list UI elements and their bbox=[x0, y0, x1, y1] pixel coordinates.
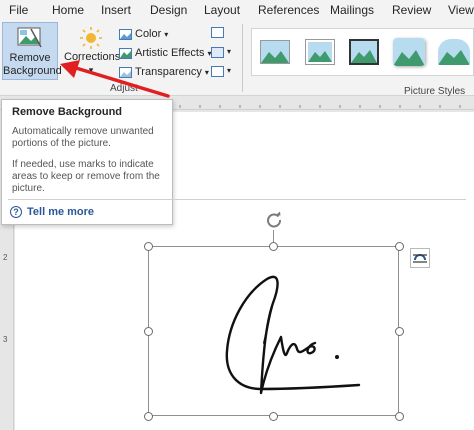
picture-style-thumbnail[interactable] bbox=[349, 39, 379, 65]
resize-handle[interactable] bbox=[269, 242, 278, 251]
color-label: Color bbox=[135, 28, 162, 40]
annotation-arrow bbox=[60, 60, 170, 98]
chevron-down-icon: ▾ bbox=[227, 66, 232, 75]
signature-picture[interactable] bbox=[144, 242, 404, 421]
tab-file[interactable]: File bbox=[9, 3, 28, 17]
resize-handle[interactable] bbox=[269, 412, 278, 421]
tab-home[interactable]: Home bbox=[52, 3, 84, 17]
picture-style-preview-icon bbox=[308, 42, 332, 62]
tooltip-description: Automatically remove unwanted portions o… bbox=[12, 126, 154, 149]
resize-handle[interactable] bbox=[395, 412, 404, 421]
layout-options-button[interactable] bbox=[410, 248, 430, 268]
change-picture-icon[interactable] bbox=[211, 47, 224, 58]
rotate-handle-connector bbox=[273, 230, 274, 242]
tab-view[interactable]: View bbox=[448, 3, 474, 17]
remove-background-label-line2: Background bbox=[3, 65, 62, 77]
tab-references[interactable]: References bbox=[258, 3, 319, 17]
tab-insert[interactable]: Insert bbox=[101, 3, 131, 17]
resize-handle[interactable] bbox=[144, 412, 153, 421]
help-icon: ? bbox=[10, 206, 22, 218]
tab-layout[interactable]: Layout bbox=[204, 3, 240, 17]
corrections-icon bbox=[80, 27, 102, 49]
ruler-number: 3 bbox=[3, 335, 8, 344]
color-icon bbox=[119, 28, 132, 40]
picture-style-preview-icon bbox=[261, 41, 289, 63]
tooltip-title: Remove Background bbox=[12, 106, 123, 118]
picture-style-preview-icon bbox=[438, 39, 470, 65]
picture-style-gallery bbox=[251, 28, 474, 76]
remove-background-button[interactable]: Remove Background bbox=[2, 22, 62, 80]
picture-style-preview-icon bbox=[393, 38, 425, 66]
picture-style-thumbnail[interactable] bbox=[305, 39, 335, 65]
ruler-number: 2 bbox=[3, 253, 8, 262]
picture-style-thumbnail[interactable] bbox=[438, 39, 470, 65]
remove-background-label-line1: Remove bbox=[9, 52, 51, 64]
tell-me-more-link[interactable]: ? Tell me more bbox=[10, 206, 94, 218]
tab-design[interactable]: Design bbox=[150, 3, 187, 17]
tooltip-hint: If needed, use marks to indicate areas t… bbox=[12, 159, 160, 194]
reset-picture-icon[interactable] bbox=[211, 66, 224, 77]
ribbon-tab-bar: File Home Insert Design Layout Reference… bbox=[0, 0, 474, 20]
tab-review[interactable]: Review bbox=[392, 3, 431, 17]
picture-style-thumbnail[interactable] bbox=[260, 40, 290, 64]
rotate-handle-icon[interactable] bbox=[265, 211, 283, 229]
chevron-down-icon: ▾ bbox=[204, 67, 209, 77]
compress-pictures-icon[interactable] bbox=[211, 27, 224, 38]
picture-style-thumbnail[interactable] bbox=[393, 38, 425, 66]
chevron-down-icon: ▾ bbox=[164, 29, 169, 39]
layout-options-icon bbox=[413, 254, 427, 263]
remove-background-icon bbox=[17, 27, 42, 48]
color-button[interactable]: Color ▾ bbox=[119, 28, 168, 40]
resize-handle[interactable] bbox=[144, 327, 153, 336]
group-separator bbox=[242, 24, 243, 92]
tooltip-divider bbox=[8, 199, 466, 200]
resize-handle[interactable] bbox=[144, 242, 153, 251]
resize-handle[interactable] bbox=[395, 327, 404, 336]
resize-handle[interactable] bbox=[395, 242, 404, 251]
picture-style-preview-icon bbox=[351, 41, 377, 63]
tab-mailings[interactable]: Mailings bbox=[330, 3, 374, 17]
chevron-down-icon: ▾ bbox=[227, 47, 232, 56]
signature-image bbox=[225, 275, 361, 395]
tell-me-more-label: Tell me more bbox=[27, 206, 95, 218]
